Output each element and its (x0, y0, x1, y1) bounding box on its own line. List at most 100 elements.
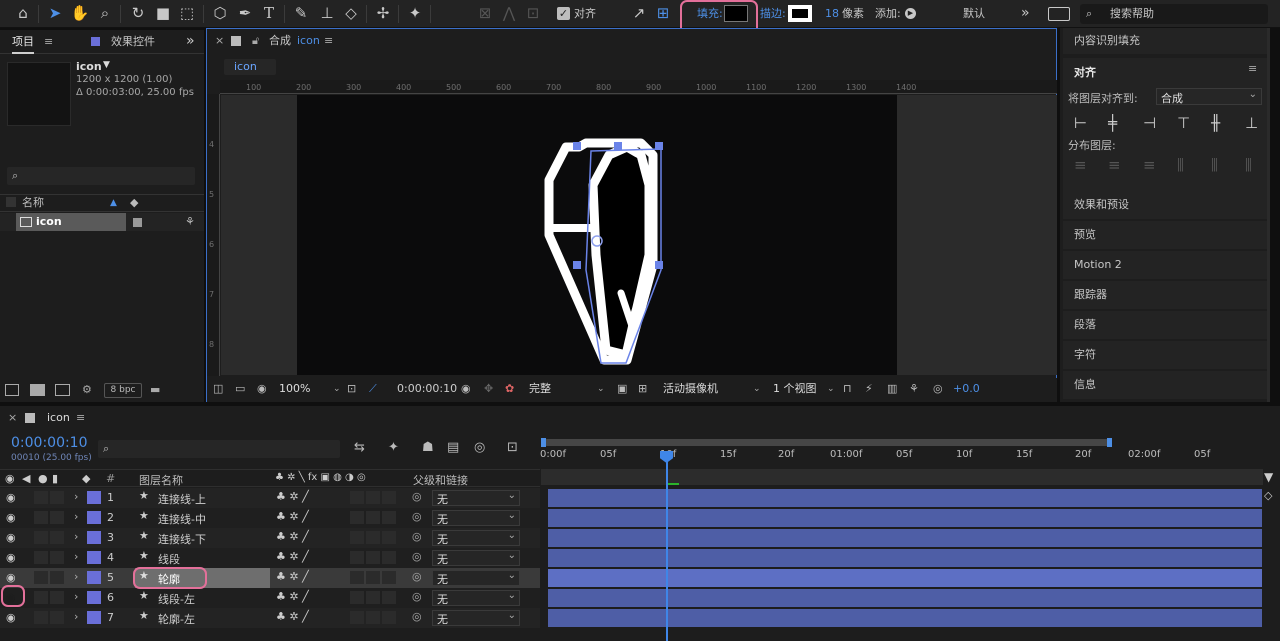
panels-icon[interactable] (1048, 7, 1070, 21)
eye-icon[interactable]: ◉ (6, 491, 16, 504)
lock-toggle[interactable] (50, 611, 64, 624)
layer-row[interactable]: ◉ › 1 ★ 连接线-上 ♣ ✲ ╱ ◎ 无 ⌄ (0, 488, 540, 508)
timeline-search-input[interactable]: ⌕ (98, 440, 340, 458)
project-row-icon[interactable]: icon ⚘ (0, 213, 204, 231)
zoom-value[interactable]: 100% (279, 378, 310, 400)
stroke-width-value[interactable]: 18 (825, 0, 839, 28)
zoom-tool-icon[interactable]: ⌕ (94, 0, 116, 26)
layer-row[interactable]: ◉ › 3 ★ 连接线-下 ♣ ✲ ╱ ◎ 无 ⌄ (0, 528, 540, 548)
camera-dropdown-icon[interactable]: ⌄ (753, 378, 761, 400)
switch-box[interactable] (350, 571, 364, 584)
solo-toggle[interactable] (34, 491, 48, 504)
panel-overflow-icon[interactable]: » (186, 30, 195, 52)
parent-select[interactable]: 无 ⌄ (432, 490, 520, 506)
puppet-tool-icon[interactable]: ✦ (404, 0, 426, 26)
align-top-icon[interactable]: ⊤ (1177, 114, 1190, 132)
pickwhip-icon[interactable]: ◎ (412, 590, 422, 603)
layer-duration-bar[interactable] (548, 609, 1262, 627)
eye-icon[interactable]: ◉ (5, 472, 15, 485)
align-bottom-icon[interactable]: ⊥ (1245, 114, 1258, 132)
comp-timecode[interactable]: 0:00:00:10 (397, 378, 457, 400)
switches-icon[interactable]: ♣ ✲ ╱ (276, 550, 309, 563)
switch-box[interactable] (366, 531, 380, 544)
panel-menu-icon[interactable]: ≡ (1248, 62, 1257, 75)
layer-duration-bar[interactable] (548, 529, 1262, 547)
switch-box[interactable] (366, 591, 380, 604)
switch-box[interactable] (350, 511, 364, 524)
switches-icon[interactable]: ♣ ✲ ╱ (276, 510, 309, 523)
col-layer-name[interactable]: 图层名称 (139, 472, 183, 488)
align-to-select[interactable]: 合成 ⌄ (1156, 88, 1262, 105)
type-tool-icon[interactable]: T (258, 0, 280, 26)
layer-duration-bar[interactable] (548, 489, 1262, 507)
lock-toggle[interactable] (50, 511, 64, 524)
switch-box[interactable] (382, 531, 396, 544)
color-channels-icon[interactable]: ✿ (505, 378, 514, 400)
pickwhip-icon[interactable]: ◎ (412, 490, 422, 503)
layer-name[interactable]: 线段-左 (158, 591, 195, 607)
interpret-footage-icon[interactable] (5, 384, 19, 396)
layer-duration-bar[interactable] (548, 549, 1262, 567)
camera-value[interactable]: 活动摄像机 (663, 378, 718, 400)
stroke-label[interactable]: 描边: (760, 0, 786, 28)
panel-effects-presets[interactable]: 效果和预设 (1063, 191, 1267, 219)
home-icon[interactable]: ⌂ (12, 0, 34, 26)
expand-chevron-icon[interactable]: › (74, 570, 78, 583)
switch-box[interactable] (350, 591, 364, 604)
solo-toggle[interactable] (34, 571, 48, 584)
preview-icon[interactable]: ◫ (213, 378, 223, 400)
monitor-icon[interactable]: ▭ (235, 378, 245, 400)
pickwhip-icon[interactable]: ◎ (412, 610, 422, 623)
solo-toggle[interactable] (34, 531, 48, 544)
solo-toggle[interactable] (34, 591, 48, 604)
draft-3d-icon[interactable]: ✦ (388, 440, 399, 455)
timeline-icon[interactable]: ▥ (887, 378, 897, 400)
fill-label[interactable]: 填充: (697, 0, 723, 28)
expand-chevron-icon[interactable]: › (74, 510, 78, 523)
layer-duration-bar[interactable] (548, 509, 1262, 527)
views-dropdown-icon[interactable]: ⌄ (827, 378, 835, 400)
folder-icon[interactable] (30, 384, 45, 396)
flowchart-icon[interactable]: ⊓ (843, 378, 852, 400)
quality-value[interactable]: 完整 (529, 378, 551, 400)
lock-toggle[interactable] (50, 531, 64, 544)
solo-toggle[interactable] (34, 611, 48, 624)
layer-label-swatch[interactable] (87, 491, 101, 504)
pan-behind-tool-icon[interactable]: ⬚ (176, 0, 198, 26)
expand-chevron-icon[interactable]: › (74, 550, 78, 563)
search-help-input[interactable]: ⌕ 搜索帮助 (1080, 4, 1268, 24)
clone-stamp-tool-icon[interactable]: ⊥ (316, 0, 338, 26)
panel-menu-icon[interactable]: ≡ (76, 406, 85, 430)
eye-icon[interactable]: ◉ (6, 531, 16, 544)
eye-icon[interactable]: ◉ (6, 511, 16, 524)
settings-icon[interactable]: ⚙ (82, 380, 92, 400)
comp-tab-name[interactable]: icon (297, 29, 320, 53)
graph-editor-icon[interactable]: ⊡ (507, 440, 518, 455)
parent-select[interactable]: 无 ⌄ (432, 550, 520, 566)
panel-preview[interactable]: 预览 (1063, 221, 1267, 249)
switch-box[interactable] (350, 611, 364, 624)
switch-box[interactable] (382, 511, 396, 524)
trash-icon[interactable]: ▬ (150, 380, 160, 400)
layer-label-swatch[interactable] (87, 591, 101, 604)
switch-box[interactable] (382, 551, 396, 564)
bpc-button[interactable]: 8 bpc (104, 383, 142, 398)
switches-icon[interactable]: ♣ ✲ ╱ (276, 490, 309, 503)
switch-box[interactable] (366, 571, 380, 584)
switches-icon[interactable]: ♣ ✲ ╱ (276, 570, 309, 583)
keyframe-nav-icon[interactable]: ◇ (1264, 489, 1272, 502)
eye-icon[interactable]: ◉ (6, 571, 16, 584)
layer-name[interactable]: 轮廓-左 (158, 611, 195, 627)
camera-tool-icon[interactable]: ■ (152, 0, 174, 26)
panel-menu-icon[interactable]: ≡ (44, 30, 53, 54)
guides-icon[interactable]: ⊞ (638, 378, 647, 400)
panel-menu-icon[interactable]: ≡ (324, 29, 333, 53)
transform-handle[interactable] (655, 142, 663, 150)
eye-icon[interactable]: ◉ (6, 551, 16, 564)
transform-handle[interactable] (614, 142, 622, 150)
expand-chevron-icon[interactable]: › (74, 490, 78, 503)
fill-color-swatch[interactable] (724, 5, 748, 22)
parent-select[interactable]: 无 ⌄ (432, 530, 520, 546)
tab-project[interactable]: 项目 (12, 30, 34, 54)
switch-box[interactable] (382, 591, 396, 604)
